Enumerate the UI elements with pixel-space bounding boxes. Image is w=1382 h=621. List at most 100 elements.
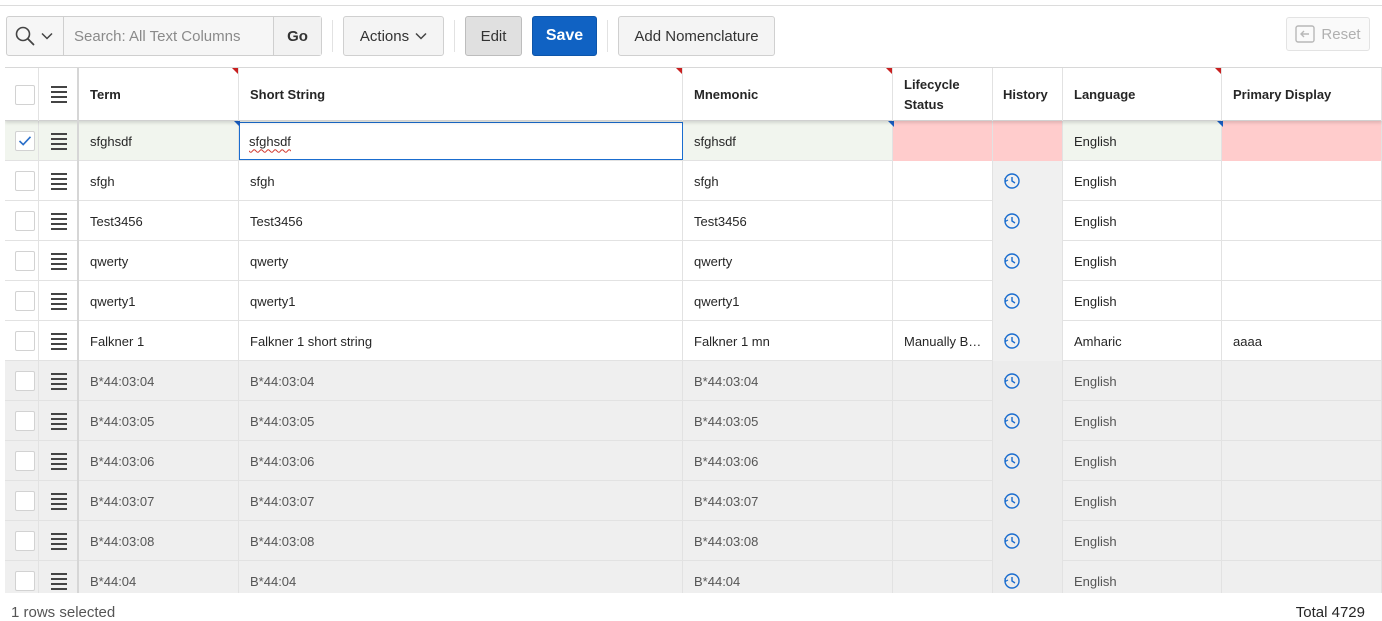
row-select-checkbox[interactable] — [15, 131, 35, 151]
cell-history[interactable] — [993, 281, 1063, 321]
cell-language[interactable]: English — [1063, 281, 1222, 321]
row-actions-menu-icon[interactable] — [51, 292, 67, 310]
history-clock-icon[interactable] — [1003, 452, 1021, 470]
row-actions-menu-icon[interactable] — [51, 372, 67, 390]
cell-history[interactable] — [993, 241, 1063, 281]
table-row[interactable]: Falkner 1 Falkner 1 short string Falkner 1… — [5, 321, 1382, 361]
row-select-checkbox[interactable] — [15, 171, 35, 191]
cell-language[interactable]: Amharic — [1063, 321, 1222, 361]
cell-mnemonic[interactable]: qwerty — [683, 241, 893, 281]
column-header-short-string[interactable]: Short String — [239, 68, 683, 121]
cell-lifecycle-status[interactable] — [893, 201, 993, 241]
cell-primary-display[interactable] — [1222, 281, 1382, 321]
row-actions-menu-icon[interactable] — [51, 452, 67, 470]
cell-term[interactable]: Falkner 1 — [79, 321, 239, 361]
cell-language[interactable]: English — [1063, 161, 1222, 201]
row-select-checkbox[interactable] — [15, 331, 35, 351]
history-clock-icon[interactable] — [1003, 492, 1021, 510]
row-select-checkbox[interactable] — [15, 571, 35, 591]
cell-mnemonic[interactable]: sfghsdf — [683, 121, 893, 161]
cell-history[interactable] — [993, 121, 1063, 161]
row-actions-menu-icon[interactable] — [51, 532, 67, 550]
history-clock-icon[interactable] — [1003, 532, 1021, 550]
row-actions-menu-icon[interactable] — [51, 252, 67, 270]
table-row[interactable]: B*44:03:04 B*44:03:04 B*44:03:04 English — [5, 361, 1382, 401]
cell-history[interactable] — [993, 201, 1063, 241]
history-clock-icon[interactable] — [1003, 332, 1021, 350]
edit-button[interactable]: Edit — [465, 16, 522, 56]
row-select-checkbox[interactable] — [15, 531, 35, 551]
row-select-checkbox[interactable] — [15, 251, 35, 271]
cell-lifecycle-status[interactable]: Manually B… — [893, 321, 993, 361]
row-select-checkbox[interactable] — [15, 411, 35, 431]
cell-term[interactable]: sfgh — [79, 161, 239, 201]
cell-mnemonic[interactable]: qwerty1 — [683, 281, 893, 321]
reset-button[interactable]: Reset — [1286, 17, 1370, 51]
select-all-checkbox[interactable] — [15, 84, 35, 105]
column-header-lifecycle-status[interactable]: Lifecycle Status — [893, 68, 993, 121]
cell-primary-display[interactable] — [1222, 121, 1382, 161]
table-row[interactable]: Test3456 Test3456 Test3456 English — [5, 201, 1382, 241]
cell-language[interactable]: English — [1063, 121, 1222, 161]
table-row[interactable]: B*44:03:05 B*44:03:05 B*44:03:05 English — [5, 401, 1382, 441]
history-clock-icon[interactable] — [1003, 172, 1021, 190]
short-string-edit-input[interactable]: sfghsdf — [239, 122, 683, 160]
cell-short-string[interactable]: sfgh — [239, 161, 683, 201]
history-clock-icon[interactable] — [1003, 372, 1021, 390]
search-column-menu-button[interactable] — [7, 17, 64, 55]
row-actions-menu-icon[interactable] — [51, 86, 67, 103]
cell-short-string[interactable]: Test3456 — [239, 201, 683, 241]
cell-term[interactable]: sfghsdf — [79, 121, 239, 161]
column-header-language[interactable]: Language — [1063, 68, 1222, 121]
cell-primary-display[interactable] — [1222, 161, 1382, 201]
column-header-mnemonic[interactable]: Mnemonic — [683, 68, 893, 121]
cell-mnemonic[interactable]: Test3456 — [683, 201, 893, 241]
table-row[interactable]: B*44:03:08 B*44:03:08 B*44:03:08 English — [5, 521, 1382, 561]
table-row[interactable]: B*44:03:07 B*44:03:07 B*44:03:07 English — [5, 481, 1382, 521]
history-clock-icon[interactable] — [1003, 572, 1021, 590]
history-clock-icon[interactable] — [1003, 212, 1021, 230]
table-row[interactable]: B*44:04 B*44:04 B*44:04 English — [5, 561, 1382, 593]
cell-history[interactable] — [993, 161, 1063, 201]
cell-lifecycle-status[interactable] — [893, 121, 993, 161]
table-row[interactable]: qwerty qwerty qwerty English — [5, 241, 1382, 281]
history-clock-icon[interactable] — [1003, 292, 1021, 310]
row-select-checkbox[interactable] — [15, 371, 35, 391]
column-header-primary-display[interactable]: Primary Display — [1222, 68, 1382, 121]
cell-language[interactable]: English — [1063, 201, 1222, 241]
row-select-checkbox[interactable] — [15, 291, 35, 311]
save-button[interactable]: Save — [532, 16, 597, 56]
table-row[interactable]: B*44:03:06 B*44:03:06 B*44:03:06 English — [5, 441, 1382, 481]
row-select-checkbox[interactable] — [15, 491, 35, 511]
row-actions-menu-icon[interactable] — [51, 172, 67, 190]
cell-mnemonic[interactable]: sfgh — [683, 161, 893, 201]
row-actions-menu-icon[interactable] — [51, 572, 67, 590]
row-actions-menu-icon[interactable] — [51, 412, 67, 430]
cell-primary-display[interactable]: aaaa — [1222, 321, 1382, 361]
cell-term[interactable]: Test3456 — [79, 201, 239, 241]
cell-short-string[interactable]: qwerty1 — [239, 281, 683, 321]
table-row[interactable]: qwerty1 qwerty1 qwerty1 English — [5, 281, 1382, 321]
table-row[interactable]: sfgh sfgh sfgh English — [5, 161, 1382, 201]
cell-lifecycle-status[interactable] — [893, 281, 993, 321]
go-button[interactable]: Go — [273, 17, 321, 55]
table-row[interactable]: sfghsdf sfghsdf English sfghsdf — [5, 121, 1382, 161]
cell-term[interactable]: qwerty1 — [79, 281, 239, 321]
row-actions-menu-icon[interactable] — [51, 132, 67, 150]
row-actions-menu-icon[interactable] — [51, 492, 67, 510]
cell-short-string[interactable]: Falkner 1 short string — [239, 321, 683, 361]
row-actions-menu-icon[interactable] — [51, 332, 67, 350]
row-select-checkbox[interactable] — [15, 211, 35, 231]
cell-history[interactable] — [993, 321, 1063, 361]
row-actions-menu-icon[interactable] — [51, 212, 67, 230]
search-input[interactable] — [64, 17, 273, 55]
cell-language[interactable]: English — [1063, 241, 1222, 281]
actions-menu-button[interactable]: Actions — [343, 16, 444, 56]
cell-term[interactable]: qwerty — [79, 241, 239, 281]
history-clock-icon[interactable] — [1003, 412, 1021, 430]
add-nomenclature-button[interactable]: Add Nomenclature — [618, 16, 775, 56]
row-select-checkbox[interactable] — [15, 451, 35, 471]
cell-lifecycle-status[interactable] — [893, 241, 993, 281]
column-header-term[interactable]: Term — [79, 68, 239, 121]
cell-primary-display[interactable] — [1222, 241, 1382, 281]
